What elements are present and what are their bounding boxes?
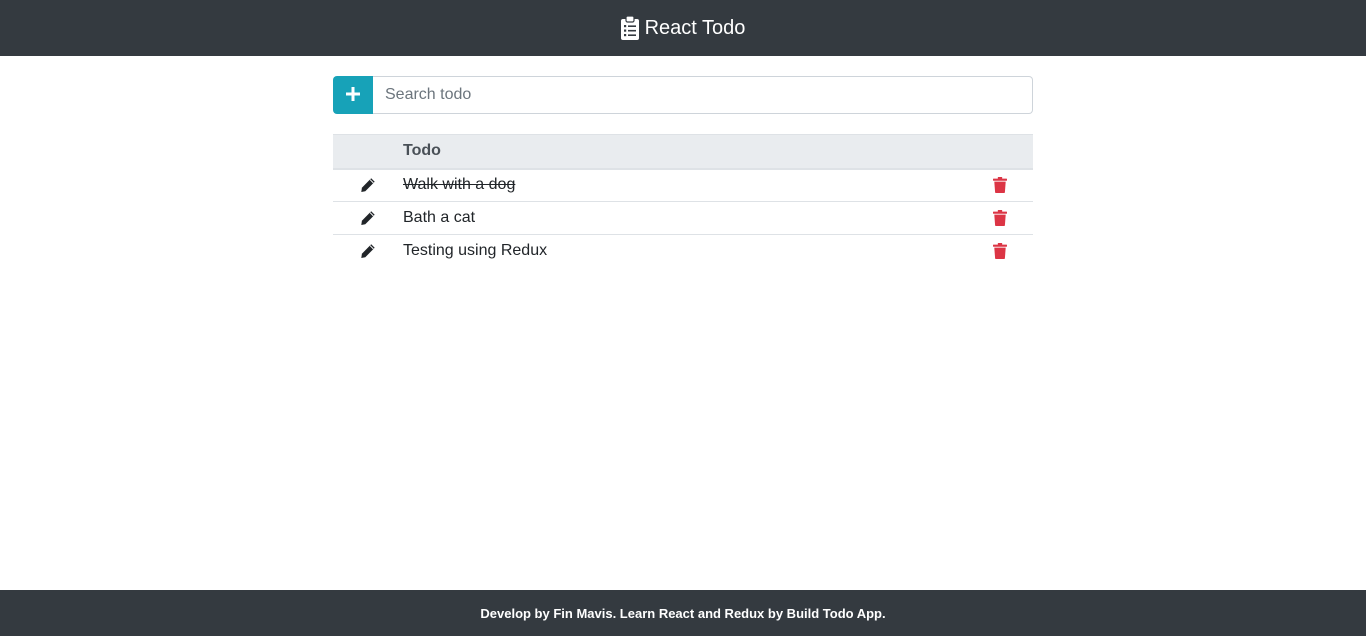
app-title: React Todo	[644, 17, 746, 39]
footer: Develop by Fin Mavis. Learn React and Re…	[0, 590, 1366, 636]
plus-icon	[346, 86, 360, 104]
pencil-icon[interactable]	[360, 210, 376, 226]
trash-icon[interactable]	[993, 209, 1007, 226]
main-container: Todo Walk with a dog	[333, 76, 1033, 268]
todo-text[interactable]: Bath a cat	[403, 201, 967, 235]
table-row: Walk with a dog	[333, 168, 1033, 202]
edit-cell	[333, 235, 403, 268]
todo-text[interactable]: Testing using Redux	[403, 235, 967, 268]
delete-cell	[967, 201, 1033, 235]
header-edit-col	[333, 134, 403, 170]
pencil-icon[interactable]	[360, 243, 376, 259]
trash-icon[interactable]	[993, 243, 1007, 260]
delete-cell	[967, 168, 1033, 202]
search-bar	[333, 76, 1033, 114]
navbar: React Todo	[0, 0, 1366, 56]
trash-icon[interactable]	[993, 177, 1007, 194]
add-todo-button[interactable]	[333, 76, 373, 114]
delete-cell	[967, 235, 1033, 268]
brand[interactable]: React Todo	[620, 15, 746, 40]
todo-text[interactable]: Walk with a dog	[403, 168, 967, 202]
edit-cell	[333, 201, 403, 235]
todo-table: Todo Walk with a dog Bath a cat Testing …	[333, 134, 1033, 268]
table-row: Testing using Redux	[333, 235, 1033, 268]
pencil-icon[interactable]	[360, 177, 376, 193]
table-header-row: Todo	[333, 134, 1033, 170]
edit-cell	[333, 168, 403, 202]
header-delete-col	[967, 134, 1033, 170]
footer-text: Develop by Fin Mavis. Learn React and Re…	[480, 605, 886, 621]
table-row: Bath a cat	[333, 201, 1033, 235]
clipboard-list-icon	[620, 15, 639, 40]
search-input[interactable]	[373, 76, 1033, 114]
todo-column-header: Todo	[403, 134, 967, 170]
